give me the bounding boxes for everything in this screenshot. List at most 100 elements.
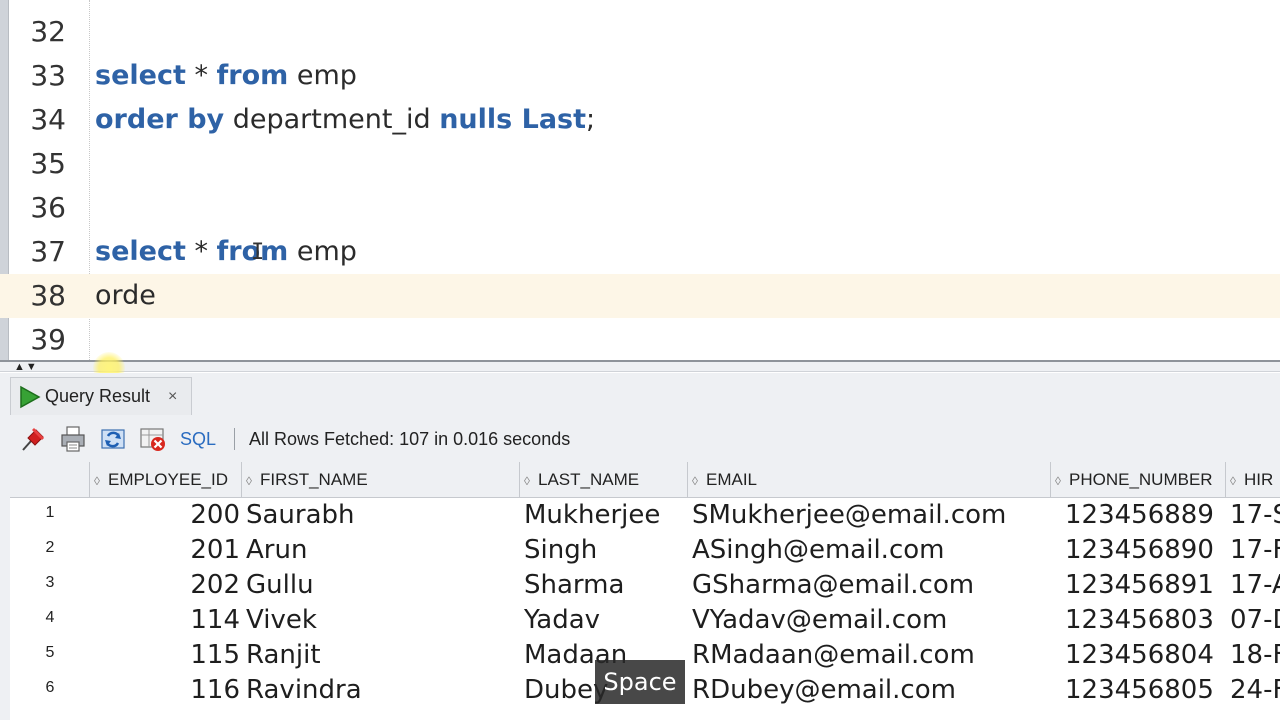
code-line[interactable]: 37 select * from emp <box>0 230 1280 274</box>
cell-phone-number[interactable]: 123456803 <box>1051 603 1226 638</box>
cell-hire-date[interactable]: 24-F <box>1226 673 1280 708</box>
row-number[interactable]: 2 <box>10 533 90 568</box>
code-line[interactable]: 39 <box>0 318 1280 360</box>
sql-keyword: select <box>95 236 186 267</box>
code-line[interactable]: 36 <box>0 186 1280 230</box>
column-header-email[interactable]: ◊ EMAIL <box>688 462 1051 498</box>
cell-phone-number[interactable]: 123456889 <box>1051 498 1226 533</box>
cell-phone-number[interactable]: 123456804 <box>1051 638 1226 673</box>
column-header-label: HIR <box>1244 470 1274 489</box>
close-icon[interactable]: × <box>168 388 177 406</box>
cell-first-name[interactable]: Arun <box>242 533 520 568</box>
code-text[interactable]: select * from emp <box>95 230 357 274</box>
cell-employee-id[interactable]: 115 <box>90 638 242 673</box>
code-line[interactable]: 34 order by department_id nulls Last; <box>0 98 1280 142</box>
sql-editor[interactable]: 32 33 select * from emp 34 order by departme… <box>0 0 1280 360</box>
cell-email[interactable]: VYadav@email.com <box>688 603 1051 638</box>
cell-employee-id[interactable]: 202 <box>90 568 242 603</box>
row-number[interactable]: 4 <box>10 603 90 638</box>
pane-splitter[interactable]: ▲▼ <box>0 360 1280 373</box>
cell-last-name[interactable]: Yadav <box>520 603 688 638</box>
cell-first-name[interactable]: Vivek <box>242 603 520 638</box>
run-play-icon <box>20 385 41 408</box>
column-header-label: EMPLOYEE_ID <box>108 470 228 489</box>
line-number: 36 <box>30 191 66 224</box>
sort-icon: ◊ <box>1055 474 1061 488</box>
cell-first-name[interactable]: Ranjit <box>242 638 520 673</box>
cell-last-name[interactable]: Singh <box>520 533 688 568</box>
line-number: 35 <box>30 147 66 180</box>
keystroke-overlay: Space <box>595 660 685 704</box>
code-line[interactable]: 35 <box>0 142 1280 186</box>
tab-query-result[interactable]: Query Result × <box>10 377 192 415</box>
code-line[interactable]: 38 orde <box>0 274 1280 318</box>
line-number: 39 <box>30 323 66 356</box>
text-cursor-icon: I <box>251 240 265 265</box>
cell-employee-id[interactable]: 114 <box>90 603 242 638</box>
column-header-last-name[interactable]: ◊ LAST_NAME <box>520 462 688 498</box>
cell-phone-number[interactable]: 123456890 <box>1051 533 1226 568</box>
results-toolbar: SQL All Rows Fetched: 107 in 0.016 secon… <box>10 419 1280 459</box>
code-text[interactable]: order by department_id nulls Last; <box>95 98 595 142</box>
cell-hire-date[interactable]: 17-F <box>1226 533 1280 568</box>
column-header-first-name[interactable]: ◊ FIRST_NAME <box>242 462 520 498</box>
table-row[interactable]: 1 200 Saurabh Mukherjee SMukherjee@email.com… <box>10 498 1280 533</box>
code-text[interactable]: orde <box>95 274 156 318</box>
cell-email[interactable]: RDubey@email.com <box>688 673 1051 708</box>
cell-employee-id[interactable]: 201 <box>90 533 242 568</box>
line-number: 34 <box>30 103 66 136</box>
cell-phone-number[interactable]: 123456891 <box>1051 568 1226 603</box>
column-header-hire-date[interactable]: ◊ HIR <box>1226 462 1280 498</box>
tab-label: Query Result <box>45 386 151 406</box>
refresh-icon[interactable] <box>98 424 128 454</box>
row-number[interactable]: 3 <box>10 568 90 603</box>
sql-keyword: order by <box>95 104 225 135</box>
sql-keyword: select <box>95 60 186 91</box>
row-number[interactable]: 1 <box>10 498 90 533</box>
cell-last-name[interactable]: Sharma <box>520 568 688 603</box>
toolbar-separator <box>234 428 236 450</box>
row-number[interactable]: 6 <box>10 673 90 708</box>
cell-hire-date[interactable]: 17-A <box>1226 568 1280 603</box>
table-row[interactable]: 4 114 Vivek Yadav VYadav@email.com 123456803 0… <box>10 603 1280 638</box>
table-row[interactable]: 3 202 Gullu Sharma GSharma@email.com 12345689… <box>10 568 1280 603</box>
code-line[interactable]: 33 select * from emp <box>0 54 1280 98</box>
cell-first-name[interactable]: Saurabh <box>242 498 520 533</box>
sort-icon: ◊ <box>524 474 530 488</box>
cell-hire-date[interactable]: 18-F <box>1226 638 1280 673</box>
cell-first-name[interactable]: Ravindra <box>242 673 520 708</box>
column-header-label: PHONE_NUMBER <box>1069 470 1213 489</box>
cell-email[interactable]: ASingh@email.com <box>688 533 1051 568</box>
pin-icon[interactable] <box>18 424 48 454</box>
cell-email[interactable]: GSharma@email.com <box>688 568 1051 603</box>
sql-keyword: from <box>216 60 289 91</box>
code-text[interactable]: select * from emp <box>95 54 357 98</box>
line-number: 32 <box>30 15 66 48</box>
code-line[interactable]: 32 <box>0 10 1280 54</box>
column-header-phone-number[interactable]: ◊ PHONE_NUMBER <box>1051 462 1226 498</box>
cell-last-name[interactable]: Mukherjee <box>520 498 688 533</box>
cell-email[interactable]: SMukherjee@email.com <box>688 498 1051 533</box>
print-icon[interactable] <box>58 424 88 454</box>
cell-hire-date[interactable]: 07-D <box>1226 603 1280 638</box>
sql-link[interactable]: SQL <box>180 429 216 450</box>
collapse-arrows-icon[interactable]: ▲▼ <box>14 361 38 373</box>
cell-phone-number[interactable]: 123456805 <box>1051 673 1226 708</box>
column-header-employee-id[interactable]: ◊ EMPLOYEE_ID <box>90 462 242 498</box>
cancel-edit-icon[interactable] <box>138 424 168 454</box>
cell-employee-id[interactable]: 200 <box>90 498 242 533</box>
fetch-status: All Rows Fetched: 107 in 0.016 seconds <box>249 428 571 449</box>
row-number[interactable]: 5 <box>10 638 90 673</box>
results-tab-strip: Query Result × <box>0 373 1280 415</box>
cell-first-name[interactable]: Gullu <box>242 568 520 603</box>
cell-employee-id[interactable]: 116 <box>90 673 242 708</box>
sql-text: emp <box>288 236 357 267</box>
sort-icon: ◊ <box>246 474 252 488</box>
cell-hire-date[interactable]: 17-S <box>1226 498 1280 533</box>
line-number: 33 <box>30 59 66 92</box>
line-number: 38 <box>30 279 66 312</box>
sql-text: orde <box>95 280 156 311</box>
cell-email[interactable]: RMadaan@email.com <box>688 638 1051 673</box>
sql-text: emp <box>288 60 357 91</box>
table-row[interactable]: 2 201 Arun Singh ASingh@email.com 123456890 17… <box>10 533 1280 568</box>
